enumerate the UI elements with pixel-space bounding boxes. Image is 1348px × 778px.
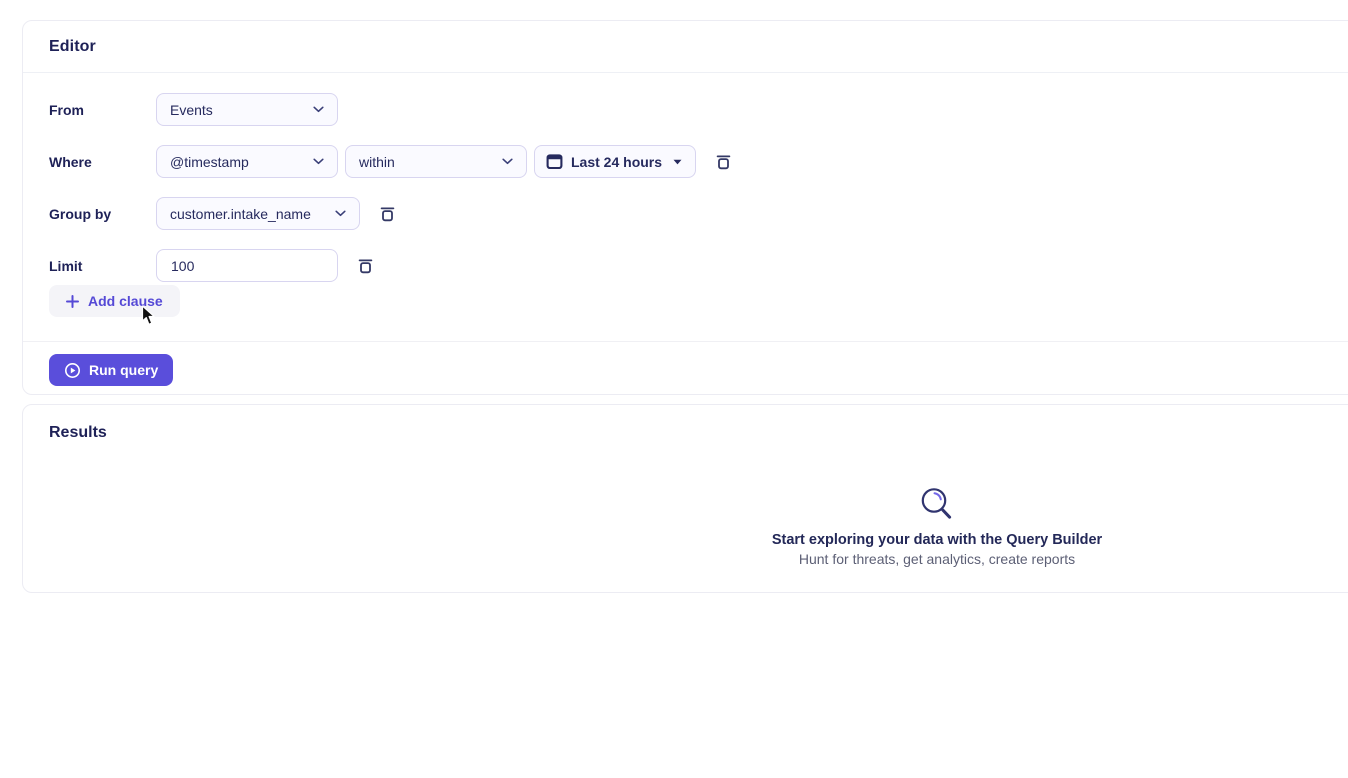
where-operator-value: within — [359, 154, 395, 170]
trash-icon — [356, 256, 375, 275]
group-by-label: Group by — [49, 206, 142, 222]
chevron-down-icon — [313, 158, 324, 165]
results-empty-state: Start exploring your data with the Query… — [637, 485, 1237, 567]
where-clause-row: Where @timestamp within — [49, 145, 1335, 178]
where-field-dropdown[interactable]: @timestamp — [156, 145, 338, 178]
play-icon — [64, 362, 81, 379]
group-by-clause-row: Group by customer.intake_name — [49, 197, 1335, 230]
calendar-icon — [546, 153, 563, 170]
remove-clause-button[interactable] — [354, 255, 376, 277]
results-title: Results — [23, 405, 1348, 442]
run-query-button[interactable]: Run query — [49, 354, 173, 386]
where-field-value: @timestamp — [170, 154, 249, 170]
run-query-label: Run query — [89, 362, 158, 378]
results-panel: Results Start exploring your data with t… — [22, 404, 1348, 593]
from-clause-row: From Events — [49, 93, 1335, 126]
trash-icon — [714, 152, 733, 171]
add-clause-label: Add clause — [88, 293, 163, 309]
where-label: Where — [49, 154, 142, 170]
group-by-dropdown[interactable]: customer.intake_name — [156, 197, 360, 230]
limit-input[interactable] — [156, 249, 338, 282]
limit-label: Limit — [49, 258, 142, 274]
query-builder-form: From Events Where @timestamp within — [23, 73, 1348, 317]
add-clause-button[interactable]: Add clause — [49, 285, 180, 317]
remove-clause-button[interactable] — [376, 203, 398, 225]
magnifier-icon — [637, 485, 1237, 523]
group-by-value: customer.intake_name — [170, 206, 311, 222]
caret-down-icon — [673, 159, 682, 165]
from-source-dropdown[interactable]: Events — [156, 93, 338, 126]
time-range-value: Last 24 hours — [571, 154, 662, 170]
chevron-down-icon — [313, 106, 324, 113]
empty-state-title: Start exploring your data with the Query… — [637, 532, 1237, 548]
editor-header: Editor — [23, 21, 1348, 73]
where-operator-dropdown[interactable]: within — [345, 145, 527, 178]
from-source-value: Events — [170, 102, 213, 118]
editor-panel: Editor From Events Where @timestamp w — [22, 20, 1348, 395]
plus-icon — [66, 295, 79, 308]
time-range-picker-button[interactable]: Last 24 hours — [534, 145, 696, 178]
chevron-down-icon — [502, 158, 513, 165]
from-label: From — [49, 102, 142, 118]
editor-footer-divider — [23, 341, 1348, 342]
empty-state-subtitle: Hunt for threats, get analytics, create … — [637, 551, 1237, 567]
chevron-down-icon — [335, 210, 346, 217]
trash-icon — [378, 204, 397, 223]
editor-title: Editor — [49, 38, 96, 56]
limit-clause-row: Limit — [49, 249, 1335, 282]
remove-clause-button[interactable] — [712, 151, 734, 173]
